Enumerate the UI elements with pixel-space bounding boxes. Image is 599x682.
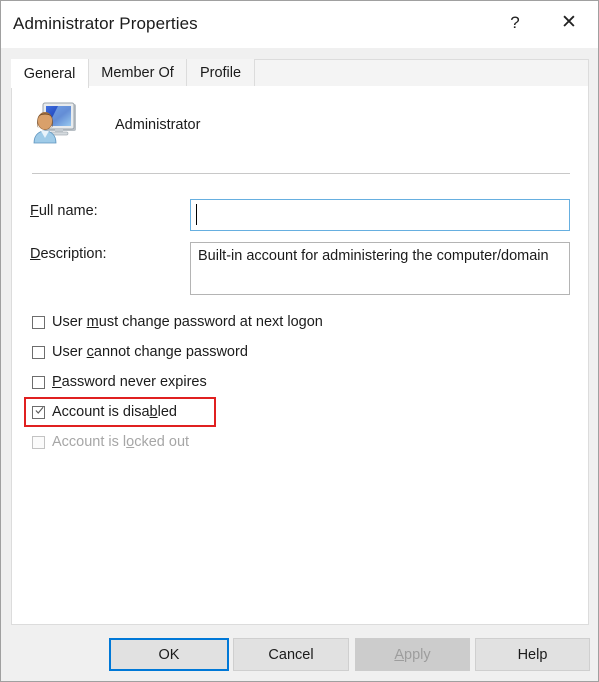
help-button[interactable]: ? (492, 6, 538, 38)
label-part-suffix: ust change password at next logon (98, 314, 323, 330)
checkmark-icon (35, 406, 44, 414)
label-part-prefix: Account is l (52, 434, 127, 450)
checkbox-box[interactable] (32, 315, 45, 329)
administrator-properties-dialog: Administrator Properties ? ✕ General Mem… (0, 0, 599, 682)
checkbox-user-cannot-change-password[interactable]: User cannot change password (32, 342, 248, 362)
account-header: Administrator (22, 96, 502, 158)
window-title: Administrator Properties (13, 14, 198, 33)
checkbox-label: Account is disabled (52, 404, 177, 420)
apply-rest: pply (404, 646, 431, 663)
checkbox-box[interactable] (32, 345, 45, 359)
text-caret (196, 204, 197, 225)
checkbox-box (32, 435, 45, 449)
label-part-suffix: assword never expires (61, 374, 207, 390)
label-part-suffix: led (157, 404, 177, 420)
title-bar: Administrator Properties ? ✕ (1, 1, 598, 48)
tab-profile-label: Profile (199, 65, 242, 81)
description-label: Description: (30, 246, 107, 262)
user-account-icon (33, 102, 76, 144)
tab-member-of[interactable]: Member Of (89, 59, 187, 87)
label-part-prefix: User (52, 314, 87, 330)
ok-button[interactable]: OK (109, 638, 229, 671)
description-input[interactable]: Built-in account for administering the c… (190, 242, 570, 295)
cancel-button[interactable]: Cancel (233, 638, 349, 671)
checkbox-label: User must change password at next logon (52, 314, 323, 330)
tab-general[interactable]: General (11, 59, 89, 88)
close-x-icon: ✕ (561, 11, 577, 33)
apply-button: Apply (355, 638, 470, 671)
checkbox-box[interactable] (32, 405, 45, 419)
tab-general-label: General (23, 65, 76, 82)
full-name-label-text: ull name: (38, 203, 98, 219)
label-part-accel: P (52, 374, 62, 390)
checkbox-user-must-change-password[interactable]: User must change password at next logon (32, 312, 323, 332)
full-name-accel: F (30, 203, 39, 219)
full-name-label: Full name: (30, 203, 98, 219)
description-label-text: escription: (40, 246, 107, 262)
account-name: Administrator (115, 117, 201, 133)
checkbox-label: Password never expires (52, 374, 207, 390)
label-part-prefix: Account is disa (52, 404, 150, 420)
label-part-accel: m (86, 314, 99, 330)
description-accel: D (30, 246, 41, 262)
checkbox-box[interactable] (32, 375, 45, 389)
general-tab-panel: Administrator Full name: Description: Bu… (11, 86, 589, 625)
label-part-suffix: cked out (134, 434, 190, 450)
apply-button-label: Apply (394, 647, 430, 663)
label-part-suffix: annot change password (93, 344, 248, 360)
label-part-accel: b (149, 404, 158, 420)
tab-strip: General Member Of Profile (11, 59, 589, 88)
checkbox-label: User cannot change password (52, 344, 248, 360)
label-part-accel: c (86, 344, 94, 360)
close-button[interactable]: ✕ (546, 6, 592, 38)
dialog-footer: OK Cancel Apply Help (1, 625, 598, 681)
checkbox-password-never-expires[interactable]: Password never expires (32, 372, 207, 392)
checkbox-label: Account is locked out (52, 434, 189, 450)
label-part-prefix: User (52, 344, 87, 360)
apply-accel: A (394, 646, 405, 663)
help-question-icon: ? (510, 12, 520, 32)
checkbox-account-is-disabled[interactable]: Account is disabled (32, 402, 177, 422)
tab-profile[interactable]: Profile (187, 59, 255, 87)
tab-member-of-label: Member Of (101, 65, 174, 81)
checkbox-account-is-locked-out: Account is locked out (32, 432, 189, 452)
help-button-label: Help (517, 646, 548, 663)
full-name-input[interactable] (190, 199, 570, 231)
cancel-button-label: Cancel (268, 646, 314, 663)
ok-button-label: OK (158, 646, 180, 663)
help-footer-button[interactable]: Help (475, 638, 590, 671)
header-separator (32, 173, 570, 174)
